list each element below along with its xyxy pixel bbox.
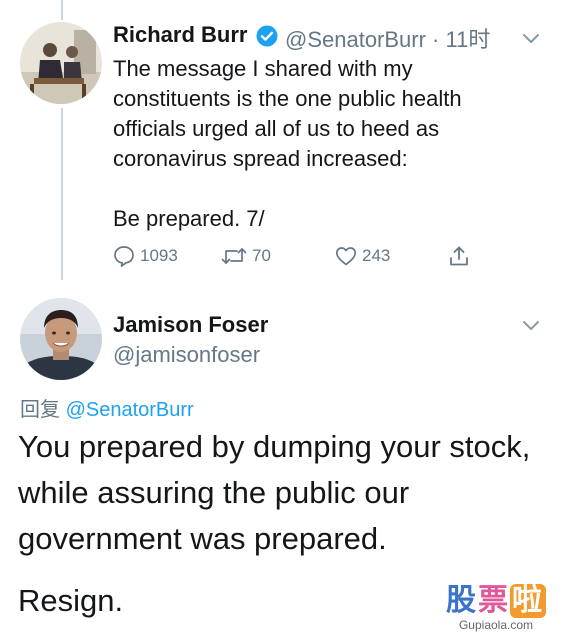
author-name[interactable]: Jamison Foser bbox=[113, 312, 268, 338]
tweet-text-line: coronavirus spread increased: bbox=[113, 146, 408, 171]
like-button[interactable]: 243 bbox=[334, 244, 390, 268]
watermark-char: 股 bbox=[446, 583, 478, 618]
retweet-icon bbox=[221, 248, 247, 264]
thread-line-top bbox=[61, 0, 63, 20]
tweet-text-line: officials urged all of us to heed as bbox=[113, 116, 440, 141]
tweet-text-line bbox=[113, 174, 462, 204]
verified-badge-icon bbox=[256, 25, 278, 47]
tweet-text-line: Be prepared. 7/ bbox=[113, 206, 265, 231]
share-icon bbox=[450, 246, 468, 266]
reply-count: 1093 bbox=[140, 246, 178, 265]
tweet-text: You prepared by dumping your stock, whil… bbox=[18, 424, 530, 562]
heart-icon bbox=[335, 247, 357, 266]
tweet-text-last: Resign. bbox=[18, 583, 124, 618]
thread-line bbox=[61, 108, 63, 280]
reply-label: 回复 bbox=[20, 399, 60, 421]
author-handle-time[interactable]: @SenatorBurr · 11时 bbox=[285, 22, 490, 54]
watermark-char: 票 bbox=[478, 583, 510, 618]
tweet-text-line: while assuring the public our bbox=[18, 475, 410, 510]
replying-to: 回复 @SenatorBurr bbox=[20, 393, 194, 422]
reply-button[interactable]: 1093 bbox=[112, 244, 178, 268]
tweet-text-line: You prepared by dumping your stock, bbox=[18, 429, 531, 464]
tweet-text-line: government was prepared. bbox=[18, 521, 387, 556]
reply-icon bbox=[114, 246, 134, 267]
like-count: 243 bbox=[362, 246, 391, 265]
avatar-richard-burr[interactable] bbox=[20, 22, 102, 104]
tweet-text-line: constituents is the one public health bbox=[113, 86, 462, 111]
watermark-char: 啦 bbox=[510, 583, 546, 618]
tweet-text: The message I shared with my constituent… bbox=[113, 54, 462, 234]
watermark-url: Gupiaola.com bbox=[458, 618, 534, 632]
reply-mention-link[interactable]: @SenatorBurr bbox=[66, 399, 194, 421]
watermark-logo: 股票啦 Gupiaola.com bbox=[436, 584, 556, 632]
author-name[interactable]: Richard Burr bbox=[113, 22, 247, 48]
retweet-count: 70 bbox=[252, 246, 271, 265]
author-handle[interactable]: @jamisonfoser bbox=[113, 342, 260, 368]
retweet-button[interactable]: 70 bbox=[220, 244, 271, 268]
chevron-down-icon[interactable] bbox=[522, 318, 540, 330]
share-button[interactable] bbox=[447, 244, 471, 268]
tweet-text-line: The message I shared with my bbox=[113, 56, 413, 81]
avatar-jamison-foser[interactable] bbox=[20, 298, 102, 380]
chevron-down-icon[interactable] bbox=[522, 31, 540, 43]
